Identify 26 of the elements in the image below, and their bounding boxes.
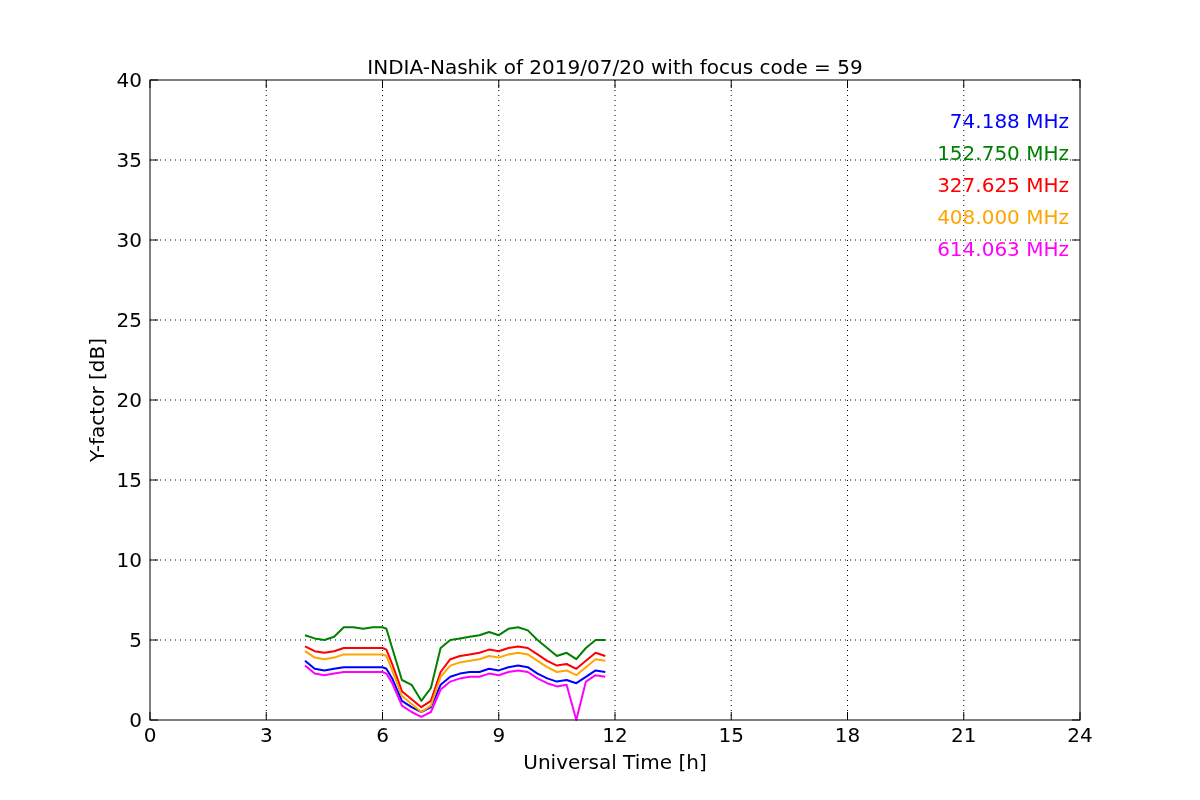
legend-label: 152.750 MHz	[937, 141, 1069, 165]
y-tick-label: 5	[129, 628, 142, 652]
y-tick-label: 25	[116, 308, 142, 332]
y-tick-label: 30	[116, 228, 142, 252]
x-tick-label: 9	[492, 723, 506, 747]
x-tick-label: 0	[143, 723, 157, 747]
x-tick-label: 3	[259, 723, 273, 747]
x-tick-label: 21	[951, 723, 977, 747]
x-tick-label: 18	[834, 723, 861, 747]
legend-label: 327.625 MHz	[937, 173, 1069, 197]
y-tick-label: 10	[116, 548, 142, 572]
y-tick-label: 0	[129, 708, 142, 732]
y-axis-label: Y-factor [dB]	[85, 338, 109, 462]
x-tick-label: 15	[718, 723, 744, 747]
y-tick-label: 20	[116, 388, 142, 412]
x-tick-label: 6	[376, 723, 389, 747]
legend-label: 74.188 MHz	[949, 109, 1069, 133]
chart-title: INDIA-Nashik of 2019/07/20 with focus code = 59	[367, 55, 863, 79]
y-tick-label: 15	[116, 468, 142, 492]
y-tick-label: 40	[116, 68, 142, 92]
x-tick-label: 12	[602, 723, 628, 747]
legend-label: 408.000 MHz	[937, 205, 1069, 229]
y-tick-label: 35	[116, 148, 142, 172]
x-axis-label: Universal Time [h]	[523, 750, 707, 774]
x-tick-label: 24	[1067, 723, 1093, 747]
legend-label: 614.063 MHz	[937, 237, 1069, 261]
